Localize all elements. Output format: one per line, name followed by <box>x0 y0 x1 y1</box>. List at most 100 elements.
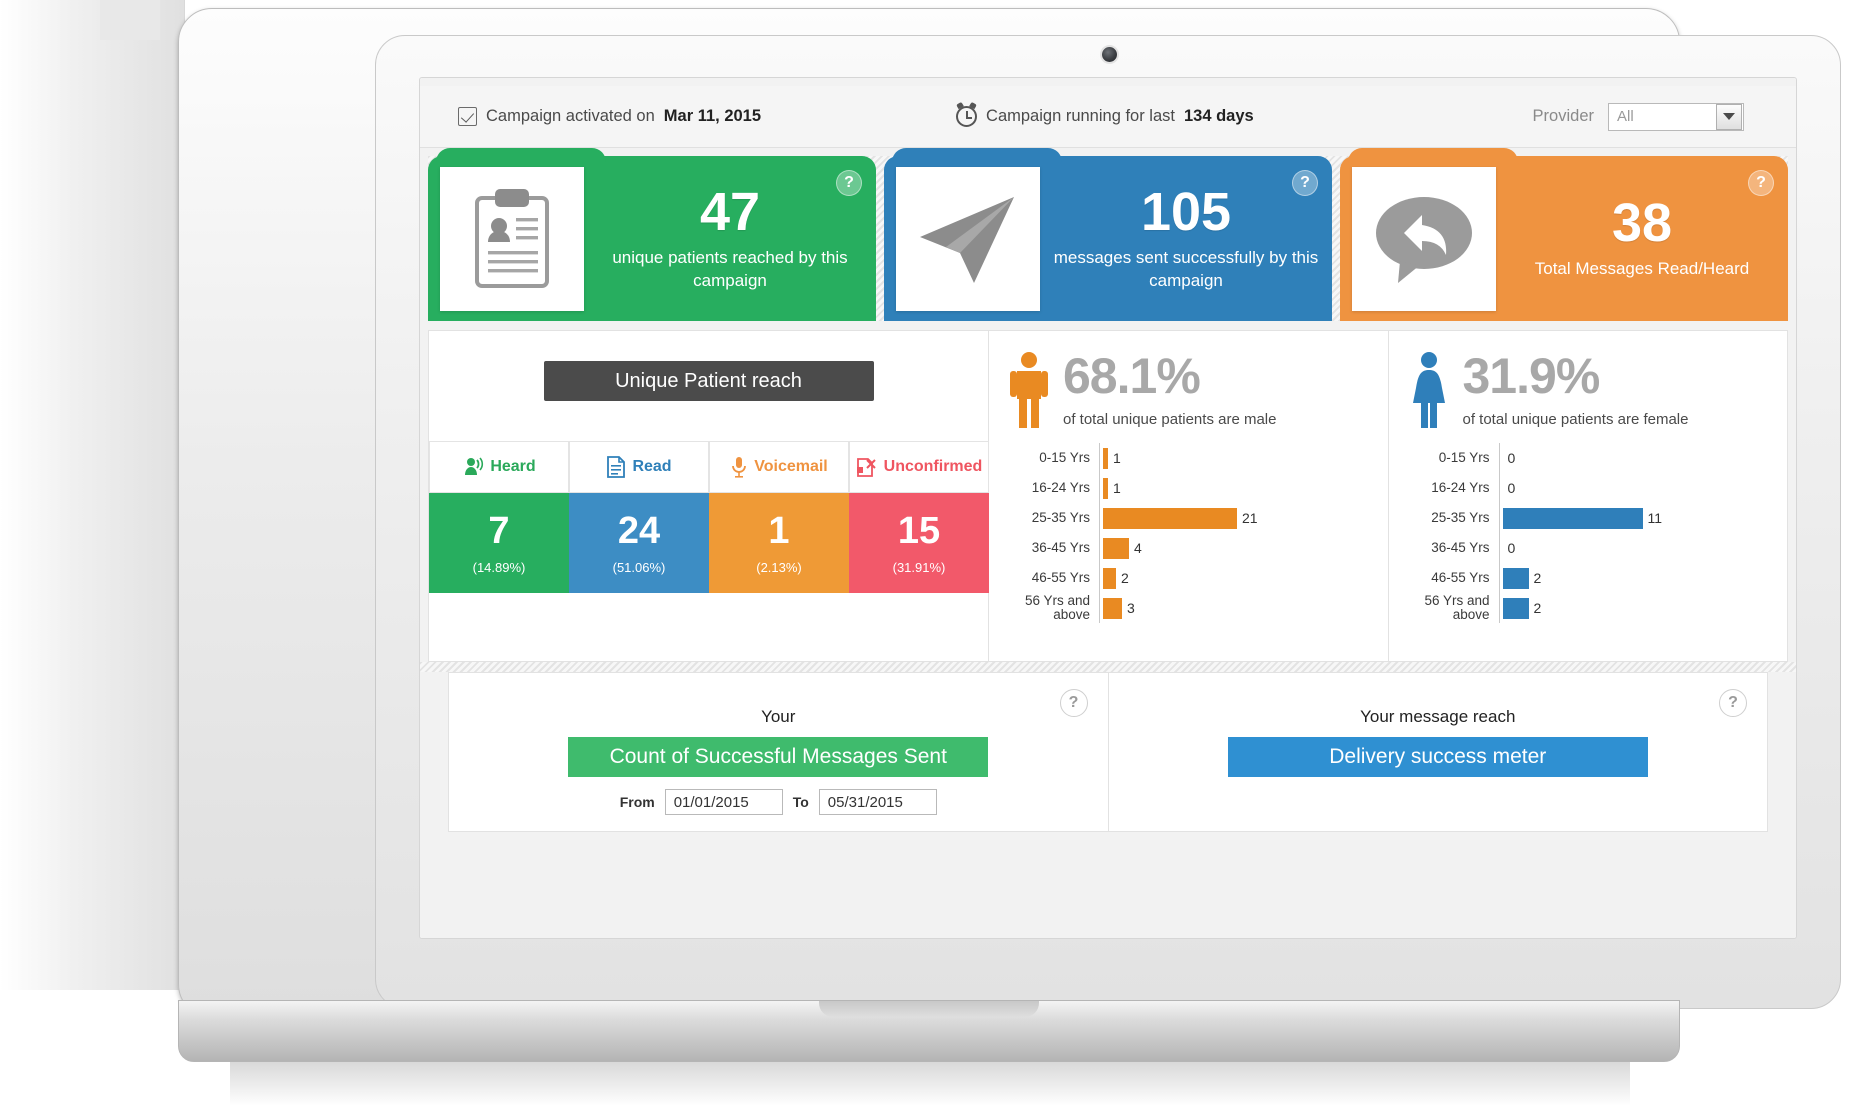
panel-subtitle: Your <box>761 707 796 726</box>
age-category-label: 36-45 Yrs <box>1431 539 1490 555</box>
kpi-card-unique-patients[interactable]: 47 unique patients reached by this campa… <box>428 148 876 321</box>
age-category-label: 25-35 Yrs <box>1031 509 1090 525</box>
female-percent: 31.9% <box>1462 348 1601 404</box>
age-category-label: 0-15 Yrs <box>1039 449 1090 465</box>
age-value-label: 2 <box>1121 570 1129 586</box>
age-category-label: 56 Yrs and above <box>1024 592 1090 622</box>
webcam-icon <box>1102 47 1117 62</box>
to-date-input[interactable]: 05/31/2015 <box>818 789 937 815</box>
unique-patient-reach-title: Unique Patient reach <box>543 361 874 401</box>
status-value-voicemail[interactable]: 1 (2.13%) <box>709 493 849 593</box>
age-category-label: 46-55 Yrs <box>1431 569 1490 585</box>
age-value-label: 0 <box>1507 450 1516 466</box>
help-icon[interactable]: ? <box>1719 689 1747 717</box>
help-icon[interactable]: ? <box>836 170 862 196</box>
tab-heard[interactable]: Heard <box>429 441 569 493</box>
background-left-panel <box>0 0 185 990</box>
female-summary: 31.9% of total unique patients are femal… <box>1407 351 1770 429</box>
chart-row: 56 Yrs and above 3 <box>1007 593 1370 623</box>
kpi-value: 105 <box>1140 181 1232 242</box>
help-icon[interactable]: ? <box>1292 170 1318 196</box>
kpi-value: 47 <box>699 181 761 242</box>
chart-row: 16-24 Yrs 1 <box>1007 473 1370 503</box>
tab-voicemail-label: Voicemail <box>754 458 828 475</box>
age-value-label: 0 <box>1507 540 1516 556</box>
age-category-label: 56 Yrs and above <box>1424 592 1490 622</box>
status-value-read[interactable]: 24 (51.06%) <box>569 493 709 593</box>
age-category-label: 25-35 Yrs <box>1431 509 1490 525</box>
panel-subtitle: Your message reach <box>1360 707 1516 726</box>
from-label: From <box>619 794 655 810</box>
age-value-label: 2 <box>1533 600 1542 616</box>
successful-messages-banner[interactable]: Count of Successful Messages Sent <box>568 737 989 777</box>
message-reach-panel: Your message reach Delivery success mete… <box>1107 673 1768 831</box>
document-icon <box>607 456 626 478</box>
age-value-label: 1 <box>1113 450 1121 466</box>
campaign-running-days: 134 days <box>1183 107 1254 125</box>
status-value-unconfirmed[interactable]: 15 (31.91%) <box>849 493 989 593</box>
female-figure-icon <box>1407 351 1451 429</box>
status-percent: (31.91%) <box>892 559 946 575</box>
status-value-heard[interactable]: 7 (14.89%) <box>429 493 569 593</box>
kpi-value: 38 <box>1611 193 1673 254</box>
campaign-activated-label: Campaign activated on <box>486 107 655 125</box>
help-icon[interactable]: ? <box>1059 689 1088 717</box>
screenshot-root: Campaign activated on Mar 11, 2015 Campa… <box>0 0 1855 1106</box>
tab-unconfirmed-label: Unconfirmed <box>883 458 983 475</box>
campaign-activated-info: Campaign activated on Mar 11, 2015 <box>458 107 761 126</box>
age-category-label: 16-24 Yrs <box>1431 479 1490 495</box>
date-range-filter: From 01/01/2015 To 05/31/2015 <box>449 789 1108 815</box>
paper-plane-icon <box>896 166 1040 311</box>
provider-label: Provider <box>1532 107 1594 125</box>
provider-selected-value: All <box>1617 108 1634 125</box>
kpi-card-messages-sent[interactable]: 105 messages sent successfully by this c… <box>884 148 1332 321</box>
provider-filter: Provider All <box>1532 102 1744 131</box>
tab-voicemail[interactable]: Voicemail <box>709 441 849 493</box>
status-value-row: 7 (14.89%) 24 (51.06%) 1 (2.13%) 15 (31.… <box>429 493 989 593</box>
chart-row: 46-55 Yrs 2 <box>1407 563 1770 593</box>
alarm-clock-icon <box>956 101 978 127</box>
age-value-label: 3 <box>1127 600 1135 616</box>
status-count: 1 <box>768 509 790 552</box>
checkbox-icon <box>458 107 477 126</box>
delivery-success-meter-banner[interactable]: Delivery success meter <box>1227 737 1648 777</box>
kpi-text-block: 105 messages sent successfully by this c… <box>1040 185 1332 293</box>
megaphone-icon <box>465 457 484 475</box>
chart-row: 0-15 Yrs 0 <box>1407 443 1770 473</box>
section-divider <box>420 662 1796 672</box>
chart-row: 0-15 Yrs 1 <box>1007 443 1370 473</box>
laptop-reflection <box>230 1062 1630 1106</box>
age-value-label: 2 <box>1533 570 1542 586</box>
tab-heard-label: Heard <box>490 458 536 475</box>
female-demographics-panel: 31.9% of total unique patients are femal… <box>1387 331 1788 661</box>
male-percent: 68.1% <box>1063 348 1201 404</box>
kpi-card-total-read-heard[interactable]: 38 Total Messages Read/Heard ? <box>1340 148 1788 321</box>
from-date-input[interactable]: 01/01/2015 <box>664 789 783 815</box>
female-age-bar-chart: 0-15 Yrs 0 16-24 Yrs 0 25-35 Yrs 11 36-4… <box>1407 443 1770 623</box>
reach-and-demographics-section: Unique Patient reach Heard Read Voicemai… <box>428 330 1788 662</box>
dashboard: Campaign activated on Mar 11, 2015 Campa… <box>420 78 1796 938</box>
kpi-text-block: 47 unique patients reached by this campa… <box>584 185 876 293</box>
unique-patient-reach-panel: Unique Patient reach Heard Read Voicemai… <box>429 331 989 661</box>
male-summary: 68.1% of total unique patients are male <box>1007 351 1370 429</box>
tab-unconfirmed[interactable]: Unconfirmed <box>849 441 989 493</box>
laptop-base <box>178 1000 1680 1062</box>
background-sliver <box>100 0 160 40</box>
age-category-label: 36-45 Yrs <box>1031 539 1090 555</box>
status-tab-row: Heard Read Voicemail Unconfirmed <box>429 441 989 493</box>
microphone-icon <box>732 457 747 478</box>
kpi-label: unique patients reached by this campaign <box>612 247 848 290</box>
chart-row: 25-35 Yrs 11 <box>1407 503 1770 533</box>
status-count: 15 <box>897 509 941 552</box>
successful-messages-panel: Your Count of Successful Messages Sent F… <box>449 673 1108 831</box>
speech-bubble-reply-icon <box>1352 166 1496 311</box>
campaign-status-bar: Campaign activated on Mar 11, 2015 Campa… <box>420 86 1796 148</box>
chevron-down-icon[interactable] <box>1716 103 1742 130</box>
clipboard-patient-icon <box>440 166 584 311</box>
age-value-label: 21 <box>1242 510 1258 526</box>
provider-select[interactable]: All <box>1608 102 1744 131</box>
male-caption: of total unique patients are male <box>1063 410 1277 428</box>
status-count: 24 <box>617 509 661 552</box>
tab-read[interactable]: Read <box>569 441 709 493</box>
help-icon[interactable]: ? <box>1748 170 1774 196</box>
